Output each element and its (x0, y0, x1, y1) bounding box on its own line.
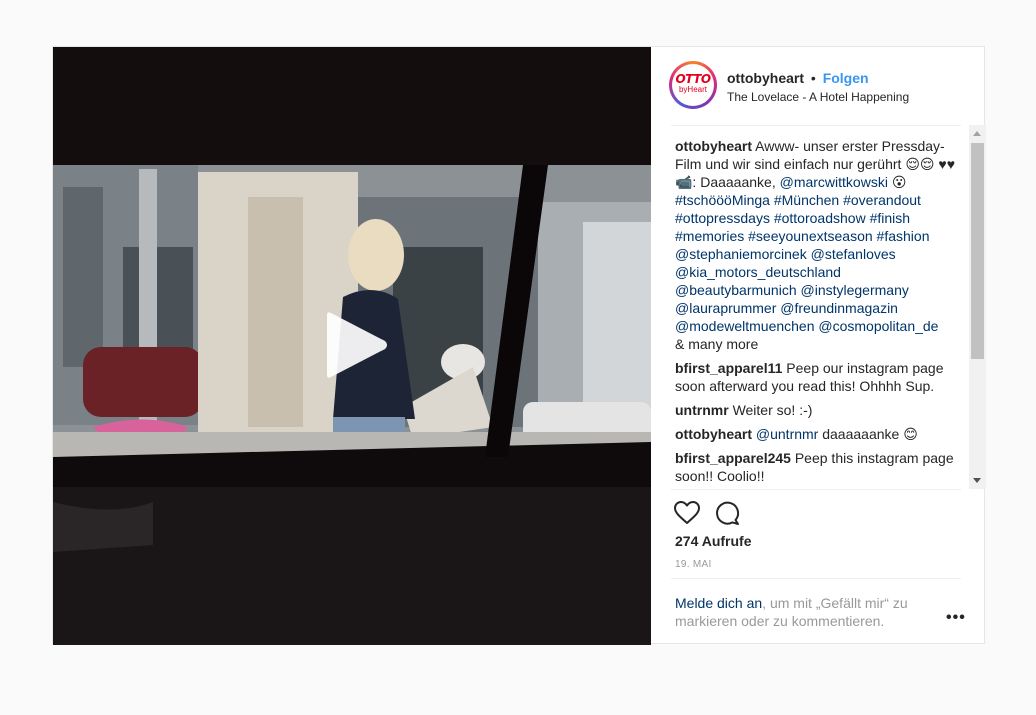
mention-link[interactable]: @marcwittkowski (780, 174, 888, 190)
avatar[interactable]: OTTO byHeart (669, 61, 717, 109)
play-icon[interactable] (321, 311, 389, 379)
post-header: OTTO byHeart ottobyheart • Folgen The Lo… (651, 47, 986, 125)
scrollbar-thumb[interactable] (971, 143, 984, 359)
follow-button[interactable]: Folgen (823, 70, 869, 86)
caption-tail: & many more (675, 336, 759, 352)
username-link[interactable]: ottobyheart (727, 70, 804, 86)
mention-line[interactable]: @beautybarmunich @instylegermany (675, 282, 909, 298)
video-player[interactable] (53, 47, 651, 645)
location-link[interactable]: The Lovelace - A Hotel Happening (727, 90, 909, 104)
comment-item: untrnmr Weiter so! :-) (675, 401, 965, 419)
comments-divider (671, 489, 961, 490)
hashtag-line[interactable]: #tschöööMinga #München #overandout (675, 192, 921, 208)
mention-line[interactable]: @kia_motors_deutschland (675, 264, 841, 280)
mention-line[interactable]: @stephaniemorcinek @stefanloves (675, 246, 896, 262)
avatar-logo-text: OTTO (675, 72, 711, 86)
comments-scrollbar[interactable] (969, 125, 986, 489)
comment-username[interactable]: bfirst_apparel245 (675, 450, 791, 466)
instagram-post: OTTO byHeart ottobyheart • Folgen The Lo… (52, 46, 986, 645)
comment-text: daaaaaanke 😊 (818, 426, 918, 442)
login-link[interactable]: Melde dich an (675, 595, 762, 611)
comments-list[interactable]: ottobyheart Awww- unser erster Pressday-… (675, 137, 965, 489)
comment-text: Weiter so! :-) (732, 402, 813, 418)
comment-username[interactable]: ottobyheart (675, 426, 752, 442)
comment-item: ottobyheart @untrnmr daaaaaanke 😊 (675, 425, 965, 443)
avatar-logo-subtext: byHeart (678, 85, 707, 94)
caption-line-2: Film und wir sind einfach nur gerührt 😌😌 (675, 156, 935, 172)
heart-icon[interactable] (673, 499, 701, 527)
comment-username[interactable]: untrnmr (675, 402, 729, 418)
comment-item: bfirst_apparel11 Peep our instagram page… (675, 359, 965, 395)
comment-item: bfirst_apparel245 Peep this instagram pa… (675, 449, 965, 485)
caption: ottobyheart Awww- unser erster Pressday-… (675, 137, 965, 353)
caption-username[interactable]: ottobyheart (675, 138, 752, 154)
avatar-logo: OTTO byHeart (672, 64, 714, 106)
separator-dot: • (810, 70, 816, 86)
post-date: 19. MAI (675, 559, 712, 570)
mention-line[interactable]: @lauraprummer @freundinmagazin (675, 300, 898, 316)
footer-divider (671, 578, 961, 579)
caption-line-1: Awww- unser erster Pressday- (755, 138, 945, 154)
mention-line[interactable]: @modeweltmuenchen @cosmopolitan_de (675, 318, 938, 334)
user-line: ottobyheart • Folgen (727, 70, 869, 86)
caption-emoji: 😮 (887, 174, 907, 190)
view-count[interactable]: 274 Aufrufe (675, 533, 752, 549)
comment-mention[interactable]: @untrnmr (756, 426, 818, 442)
hashtag-line[interactable]: #ottopressdays #ottoroadshow #finish (675, 210, 910, 226)
scroll-down-icon[interactable] (973, 478, 981, 483)
more-options-icon[interactable]: ••• (946, 609, 966, 627)
post-sidebar: OTTO byHeart ottobyheart • Folgen The Lo… (651, 47, 986, 645)
scroll-up-icon[interactable] (973, 131, 981, 136)
comment-icon[interactable] (713, 499, 741, 527)
login-prompt: Melde dich an, um mit „Gefällt mir“ zu m… (675, 594, 925, 630)
comment-username[interactable]: bfirst_apparel11 (675, 360, 782, 376)
hashtag-line[interactable]: #memories #seeyounextseason #fashion (675, 228, 930, 244)
header-divider (671, 125, 961, 126)
